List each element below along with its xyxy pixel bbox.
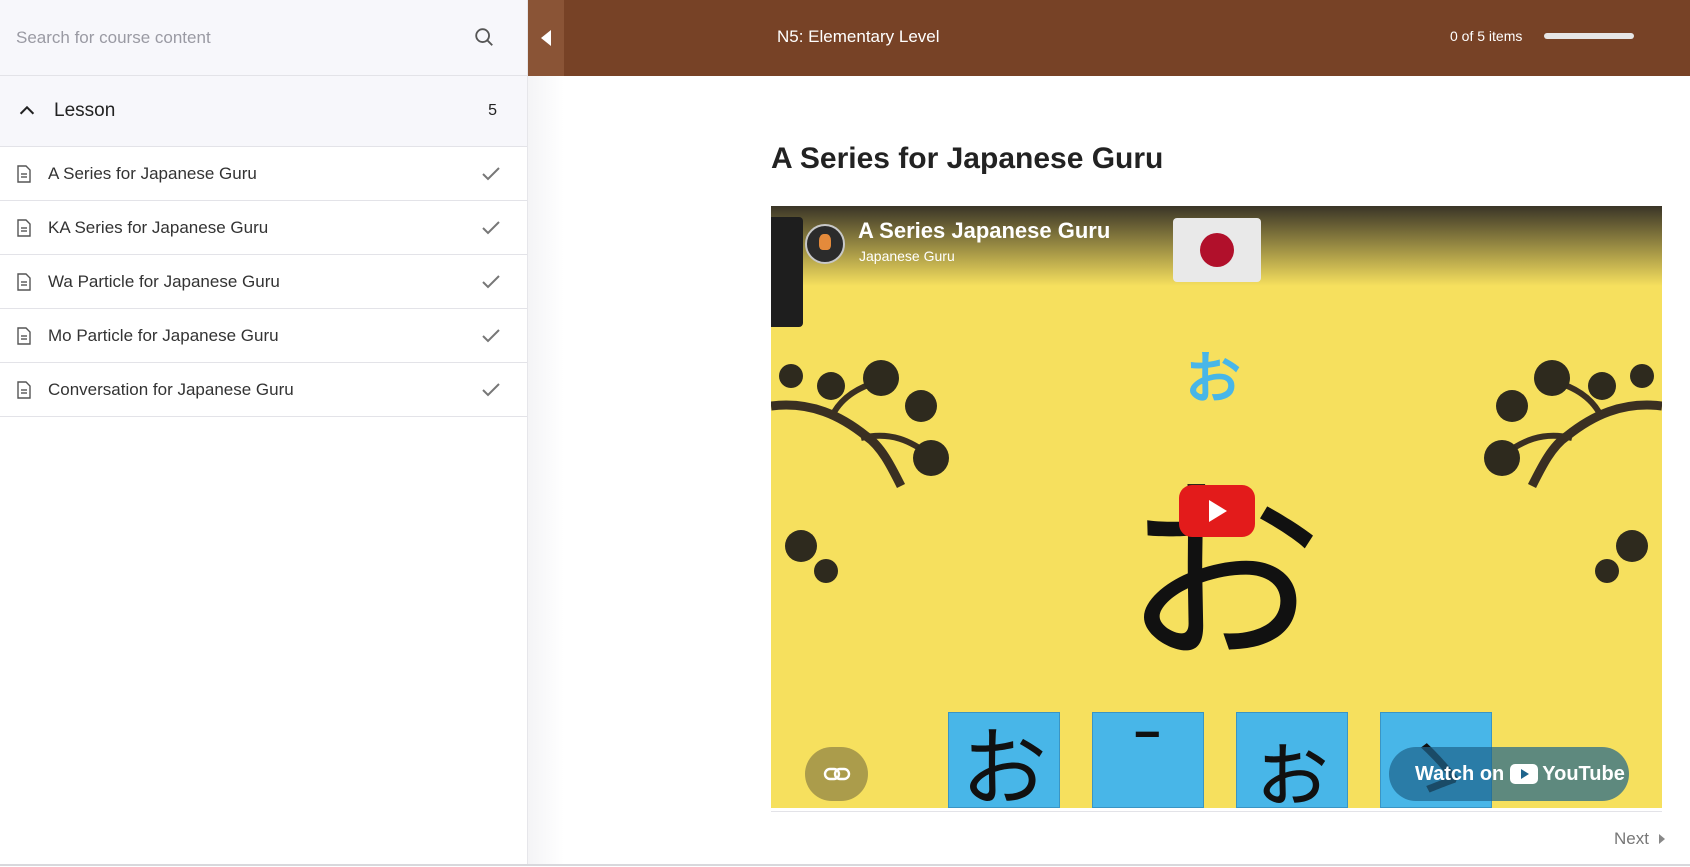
japan-flag-image	[1173, 218, 1261, 282]
lesson-item-label: KA Series for Japanese Guru	[48, 217, 269, 237]
check-icon	[482, 382, 500, 396]
lesson-item[interactable]: Mo Particle for Japanese Guru	[0, 309, 527, 363]
course-title: N5: Elementary Level	[777, 27, 940, 46]
next-button[interactable]: Next	[1614, 829, 1665, 849]
video-player[interactable]: A Series Japanese Guru Japanese Guru お お…	[771, 206, 1662, 808]
search-input[interactable]	[16, 27, 456, 48]
sidebar-toggle-button[interactable]	[528, 0, 564, 76]
video-title[interactable]: A Series Japanese Guru	[858, 218, 1110, 244]
lesson-item[interactable]: Wa Particle for Japanese Guru	[0, 255, 527, 309]
play-button[interactable]	[1179, 485, 1255, 537]
chevron-up-icon	[19, 105, 35, 115]
lesson-item-label: Conversation for Japanese Guru	[48, 379, 294, 399]
lesson-item-label: Mo Particle for Japanese Guru	[48, 325, 279, 345]
section-count: 5	[488, 102, 497, 119]
youtube-play-icon	[1510, 764, 1539, 784]
progress-text: 0 of 5 items	[1450, 28, 1523, 44]
lesson-item[interactable]: Conversation for Japanese Guru	[0, 363, 527, 417]
document-icon	[17, 380, 31, 399]
video-thumbnail-strip	[771, 217, 803, 327]
stroke-tile: ˉ	[1092, 712, 1204, 808]
link-icon	[823, 767, 850, 781]
document-icon	[17, 326, 31, 345]
bottom-divider	[0, 864, 1690, 866]
video-channel-name[interactable]: Japanese Guru	[859, 248, 955, 264]
check-icon	[482, 166, 500, 180]
search-bar	[0, 0, 527, 76]
check-icon	[482, 274, 500, 288]
copy-link-button[interactable]	[805, 747, 868, 801]
stroke-tile: ぉ	[1236, 712, 1348, 808]
pine-branch-right	[1484, 360, 1662, 583]
check-icon	[482, 220, 500, 234]
youtube-label: YouTube	[1542, 762, 1625, 785]
section-title: Lesson	[54, 100, 116, 121]
watch-on-youtube-button[interactable]: Watch on YouTube	[1389, 747, 1629, 801]
youtube-logo: YouTube	[1510, 763, 1625, 786]
kana-small: お	[1185, 347, 1241, 410]
lesson-item-label: A Series for Japanese Guru	[48, 163, 257, 183]
content-edge-shadow	[528, 76, 564, 865]
lesson-item[interactable]: KA Series for Japanese Guru	[0, 201, 527, 255]
channel-avatar[interactable]	[805, 224, 845, 264]
content-divider	[771, 811, 1662, 812]
watch-on-label: Watch on	[1415, 762, 1505, 785]
document-icon	[17, 218, 31, 237]
lesson-item-label: Wa Particle for Japanese Guru	[48, 271, 280, 291]
course-sidebar: Lesson 5 A Series for Japanese Guru KA S…	[0, 0, 528, 865]
caret-right-icon	[1658, 834, 1665, 844]
stroke-tile: お	[948, 712, 1060, 808]
progress-bar	[1544, 33, 1634, 39]
section-header[interactable]: Lesson 5	[0, 76, 527, 147]
next-label: Next	[1614, 829, 1649, 848]
course-header: N5: Elementary Level 0 of 5 items	[528, 0, 1690, 76]
pine-branch-left	[771, 360, 949, 583]
lesson-title: A Series for Japanese Guru	[771, 142, 1164, 175]
caret-left-icon	[541, 30, 551, 46]
search-icon[interactable]	[473, 26, 495, 48]
lesson-item[interactable]: A Series for Japanese Guru	[0, 147, 527, 201]
document-icon	[17, 272, 31, 291]
check-icon	[482, 328, 500, 342]
document-icon	[17, 164, 31, 183]
